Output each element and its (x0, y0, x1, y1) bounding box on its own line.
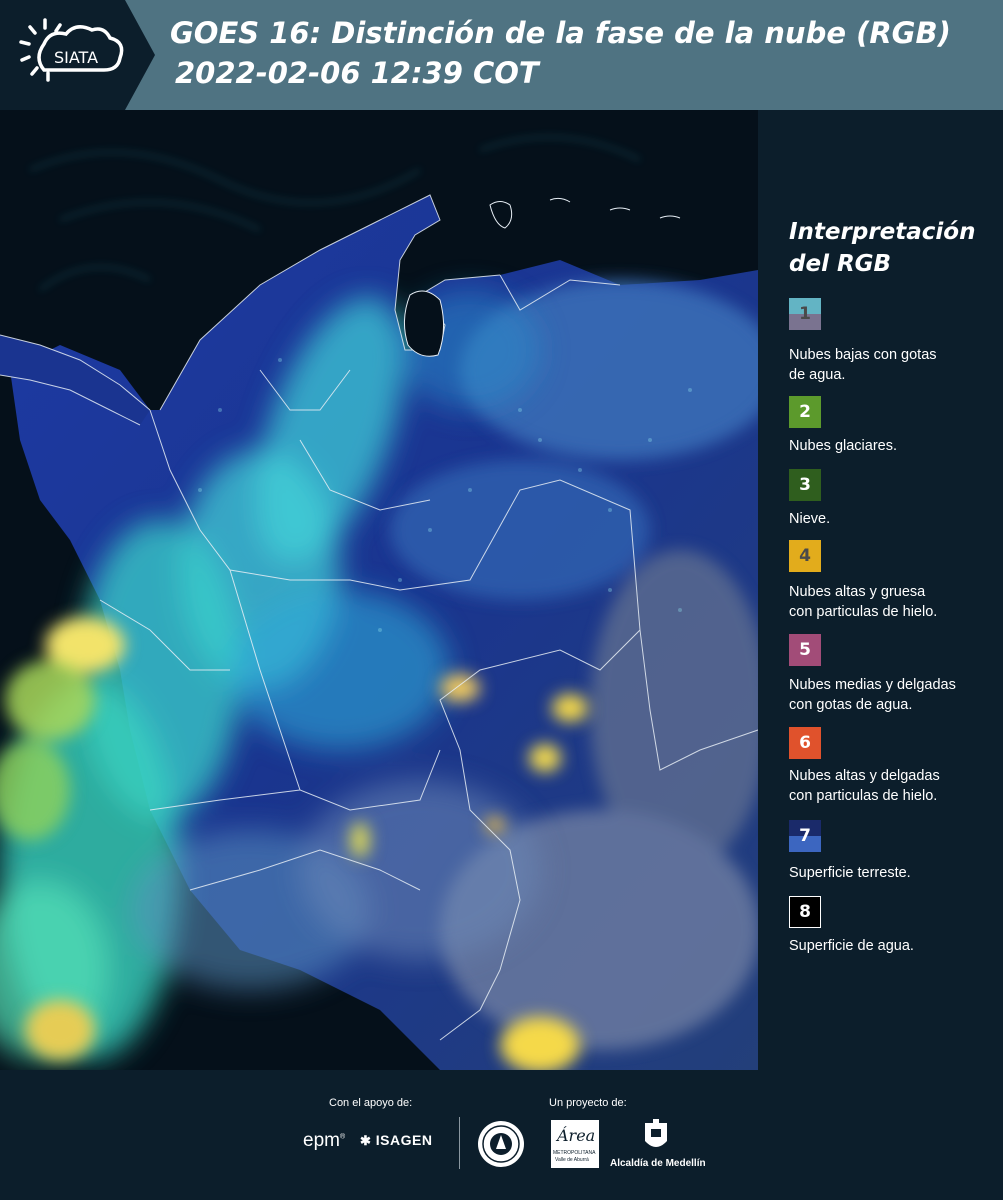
legend-label-6-line1: Nubes altas y delgadas (789, 768, 940, 784)
legend-title-line1: Interpretación (789, 219, 976, 245)
header-bar: SIATA GOES 16: Distinción de la fase de … (0, 0, 1003, 110)
alcaldia-shield-icon[interactable] (643, 1119, 669, 1155)
alcaldia-text: Alcaldía de Medellín (610, 1158, 706, 1169)
support-label: Con el apoyo de: (329, 1097, 413, 1109)
legend-swatch-8: 8 (789, 896, 821, 928)
legend-swatch-1: 1 (789, 298, 821, 330)
area-logo-text: Área (557, 1126, 596, 1145)
legend-swatch-4: 4 (789, 540, 821, 572)
legend-label-8: Superficie de agua. (789, 936, 999, 956)
timestamp: 2022-02-06 12:39 COT (175, 56, 539, 90)
legend-number-3: 3 (799, 475, 811, 495)
legend-number-1: 1 (799, 304, 811, 324)
project-label: Un proyecto de: (549, 1097, 627, 1109)
legend-swatch-2: 2 (789, 396, 821, 428)
legend-label-7: Superficie terreste. (789, 863, 999, 883)
legend-label-6: Nubes altas y delgadas con particulas de… (789, 766, 999, 806)
legend-label-3: Nieve. (789, 509, 999, 529)
legend-label-7-line1: Superficie terreste. (789, 865, 911, 881)
legend-label-4-line2: con particulas de hielo. (789, 604, 938, 620)
area-metropolitana-logo[interactable]: Área METROPOLITANA Valle de Aburrá (551, 1120, 599, 1168)
legend-label-1: Nubes bajas con gotas de agua. (789, 345, 999, 385)
legend-title-line2: del RGB (789, 251, 892, 277)
legend-number-4: 4 (799, 546, 811, 566)
legend-swatch-7: 7 (789, 820, 821, 852)
epm-logo[interactable]: epm® (303, 1130, 345, 1152)
legend-number-5: 5 (799, 640, 811, 660)
satellite-image (0, 110, 758, 1070)
legend-label-5: Nubes medias y delgadas con gotas de agu… (789, 675, 999, 715)
legend-label-5-line2: con gotas de agua. (789, 697, 913, 713)
legend-label-4: Nubes altas y gruesa con particulas de h… (789, 582, 999, 622)
area-logo-sub: METROPOLITANA (553, 1150, 596, 1156)
legend-title: Interpretación del RGB (789, 216, 989, 280)
legend-label-8-line1: Superficie de agua. (789, 938, 914, 954)
legend-label-3-line1: Nieve. (789, 511, 831, 527)
area-logo-sub2: Valle de Aburrá (555, 1157, 589, 1163)
legend-swatch-6: 6 (789, 727, 821, 759)
footer: Con el apoyo de: Un proyecto de: epm® ✱ … (0, 1070, 1003, 1200)
legend-label-1-line1: Nubes bajas con gotas (789, 347, 937, 363)
page-title: GOES 16: Distinción de la fase de la nub… (170, 16, 951, 50)
legend-number-2: 2 (799, 402, 811, 422)
legend-number-8: 8 (799, 902, 811, 922)
seal-logo[interactable] (476, 1119, 526, 1169)
legend-label-4-line1: Nubes altas y gruesa (789, 584, 926, 600)
legend-label-6-line2: con particulas de hielo. (789, 788, 938, 804)
legend-label-1-line2: de agua. (789, 367, 846, 383)
legend-label-5-line1: Nubes medias y delgadas (789, 677, 956, 693)
isagen-icon: ✱ (360, 1133, 372, 1148)
legend-number-7: 7 (799, 826, 811, 846)
legend-number-6: 6 (799, 733, 811, 753)
legend-panel: Interpretación del RGB 1 Nubes bajas con… (758, 110, 1003, 1070)
legend-swatch-5: 5 (789, 634, 821, 666)
isagen-logo-text: ISAGEN (375, 1132, 433, 1148)
legend-swatch-3: 3 (789, 469, 821, 501)
footer-divider (459, 1117, 460, 1169)
siata-logo[interactable]: SIATA (0, 0, 155, 110)
siata-logo-text: SIATA (54, 48, 98, 67)
legend-label-2-line1: Nubes glaciares. (789, 438, 897, 454)
epm-logo-text: epm (303, 1130, 340, 1151)
legend-label-2: Nubes glaciares. (789, 436, 999, 456)
isagen-logo[interactable]: ✱ ISAGEN (360, 1132, 432, 1149)
